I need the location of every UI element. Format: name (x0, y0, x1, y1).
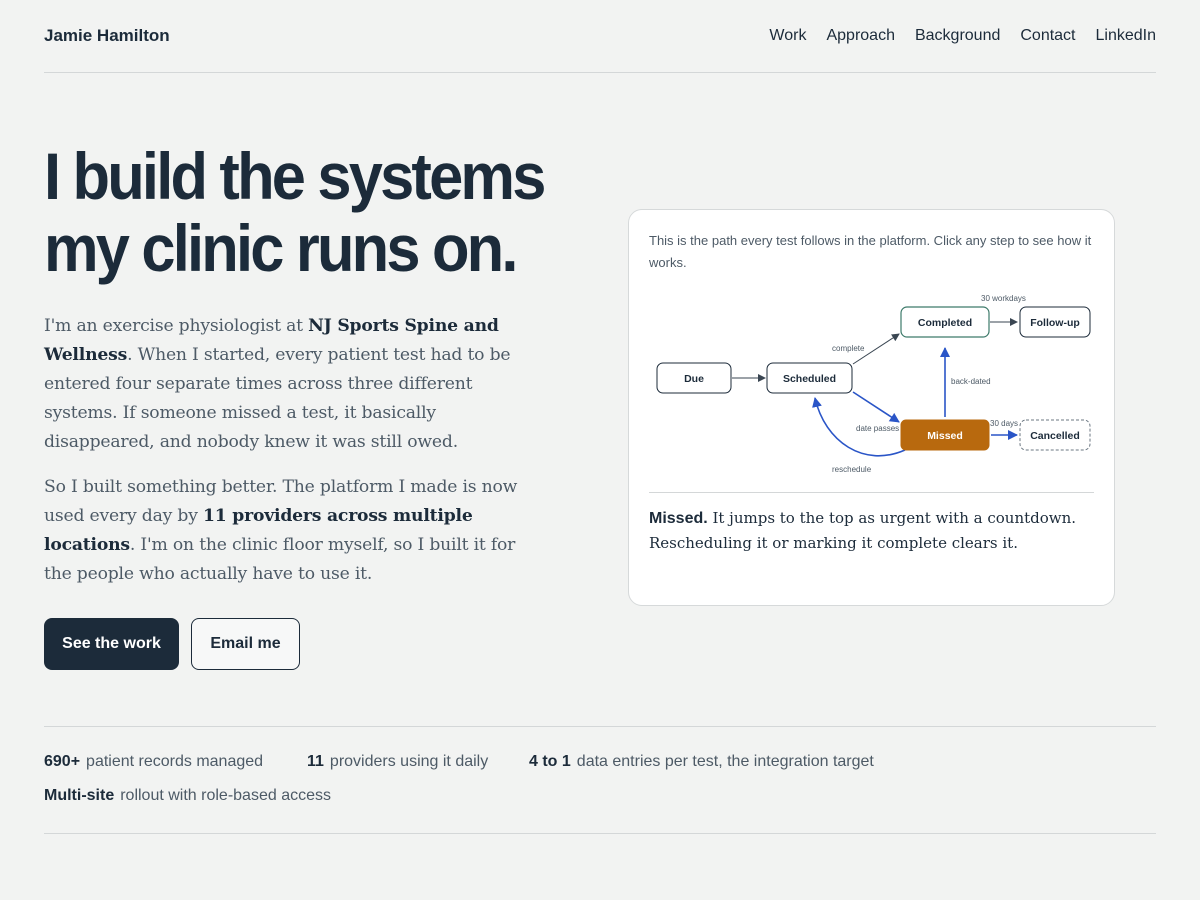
nav-approach[interactable]: Approach (826, 27, 895, 45)
stat-rollout-label: rollout with role-based access (120, 787, 331, 804)
card-divider (649, 492, 1094, 493)
nav-work[interactable]: Work (769, 27, 806, 45)
stat-rollout: Multi-site rollout with role-based access (44, 787, 331, 805)
step-description: Missed. It jumps to the top as urgent wi… (649, 506, 1099, 556)
label-complete: complete (832, 344, 865, 353)
main-nav: Work Approach Background Contact LinkedI… (769, 27, 1156, 45)
node-scheduled[interactable]: Scheduled (766, 362, 853, 394)
nav-background[interactable]: Background (915, 27, 1000, 45)
label-30-days: 30 days (990, 419, 1018, 428)
intro-paragraph: I'm an exercise physiologist at NJ Sport… (44, 312, 539, 457)
email-me-button[interactable]: Email me (191, 618, 300, 670)
nav-linkedin[interactable]: LinkedIn (1096, 27, 1157, 45)
stat-entries-value: 4 to 1 (529, 753, 571, 770)
node-due-label: Due (684, 373, 704, 385)
stat-entries: 4 to 1 data entries per test, the integra… (529, 753, 874, 771)
stat-providers-value: 11 (307, 753, 324, 770)
node-cancelled[interactable]: Cancelled (1019, 419, 1091, 451)
node-missed-label: Missed (927, 430, 963, 442)
headline-line-2: my clinic runs on. (44, 211, 518, 285)
platform-paragraph: So I built something better. The platfor… (44, 473, 539, 589)
node-followup[interactable]: Follow-up (1019, 306, 1091, 338)
node-missed[interactable]: Missed (900, 419, 990, 451)
stat-records-label: patient records managed (86, 753, 264, 770)
label-reschedule: reschedule (832, 465, 872, 474)
label-back-dated: back-dated (951, 377, 991, 386)
intro-text-a: I'm an exercise physiologist at (44, 316, 309, 336)
node-cancelled-label: Cancelled (1030, 430, 1080, 442)
step-description-text: It jumps to the top as urgent with a cou… (649, 509, 1077, 552)
nav-contact[interactable]: Contact (1020, 27, 1075, 45)
edge-scheduled-missed (852, 391, 900, 423)
stat-rollout-value: Multi-site (44, 787, 115, 804)
site-header: Jamie Hamilton Work Approach Background … (44, 0, 1156, 73)
node-due[interactable]: Due (656, 362, 732, 394)
workflow-card: This is the path every test follows in t… (628, 209, 1115, 606)
node-completed[interactable]: Completed (900, 306, 990, 338)
workflow-diagram: complete 30 workdays back-dated date pas… (656, 294, 1091, 474)
stat-providers: 11 providers using it daily (307, 753, 488, 771)
hero-copy: I'm an exercise physiologist at NJ Sport… (44, 312, 539, 605)
hero-headline: I build the systems my clinic runs on. (44, 140, 565, 284)
node-followup-label: Follow-up (1030, 317, 1080, 329)
node-completed-label: Completed (918, 317, 972, 329)
headline-line-1: I build the systems (44, 139, 546, 213)
node-scheduled-label: Scheduled (783, 373, 836, 385)
stat-records: 690+ patient records managed (44, 753, 263, 771)
step-description-title: Missed. (649, 510, 708, 527)
stat-entries-label: data entries per test, the integration t… (576, 753, 874, 770)
stats-bar: 690+ patient records managed 11 providers … (44, 726, 1156, 834)
label-date-passes: date passes (856, 424, 899, 433)
see-work-button[interactable]: See the work (44, 618, 179, 670)
stat-records-value: 690+ (44, 753, 81, 770)
stat-providers-label: providers using it daily (329, 753, 489, 770)
label-30-workdays: 30 workdays (981, 294, 1026, 303)
brand-name[interactable]: Jamie Hamilton (44, 26, 170, 46)
